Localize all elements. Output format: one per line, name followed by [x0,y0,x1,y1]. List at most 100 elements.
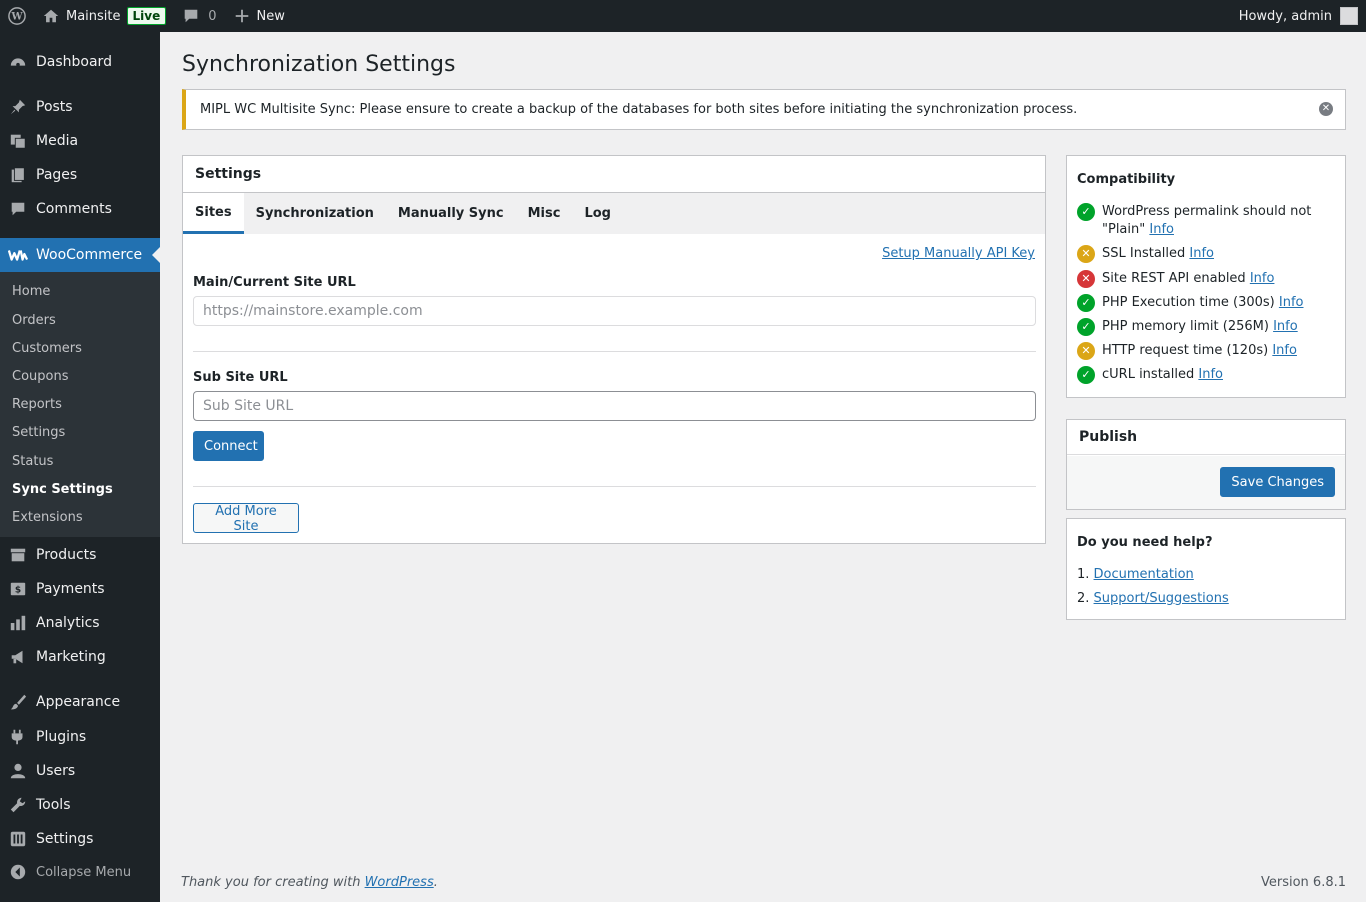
setup-api-key-link[interactable]: Setup Manually API Key [882,246,1035,261]
submenu-coupons[interactable]: Coupons [12,369,69,384]
my-account-link[interactable]: Howdy, admin [1231,0,1366,32]
connect-button[interactable]: Connect [193,431,264,461]
menu-dashboard[interactable]: Dashboard [0,45,160,79]
svg-text:W: W [10,12,23,23]
sub-site-url-input[interactable] [193,391,1036,421]
compat-text: Site REST API enabled Info [1102,271,1275,286]
error-icon: ✕ [1077,270,1095,288]
submenu-extensions[interactable]: Extensions [12,510,83,525]
check-icon: ✓ [1077,318,1095,336]
menu-woocommerce[interactable]: WooCommerce [0,238,160,272]
submenu-reports[interactable]: Reports [12,397,62,412]
info-link[interactable]: Info [1149,222,1174,237]
submenu-status[interactable]: Status [12,454,53,469]
help-panel: Do you need help? 1. Documentation 2. Su… [1066,518,1346,620]
menu-products[interactable]: Products [0,538,160,572]
compat-item: ✓ PHP Execution time (300s) Info [1077,294,1337,312]
menu-appearance[interactable]: Appearance [0,685,160,719]
close-icon[interactable]: ✕ [1319,102,1333,116]
new-content-link[interactable]: New [225,0,293,32]
menu-label: Plugins [36,729,87,745]
home-icon [43,9,59,23]
submenu-customers[interactable]: Customers [12,341,82,356]
settings-tabs: Sites Synchronization Manually Sync Misc… [183,193,1045,234]
support-link[interactable]: Support/Suggestions [1094,591,1229,606]
tab-log[interactable]: Log [572,193,623,234]
compat-text: HTTP request time (120s) Info [1102,343,1297,358]
divider [193,486,1036,487]
info-link[interactable]: Info [1273,319,1298,334]
check-icon: ✓ [1077,366,1095,384]
menu-payments[interactable]: $ Payments [0,572,160,606]
submenu-orders[interactable]: Orders [12,313,56,328]
comments-count: 0 [208,8,217,24]
add-more-site-button[interactable]: Add More Site [193,503,299,534]
help-item: 1. Documentation [1077,567,1194,582]
pages-icon [8,165,28,185]
menu-analytics[interactable]: Analytics [0,606,160,640]
publish-title: Publish [1067,420,1345,455]
compat-item: ✕ SSL Installed Info [1077,245,1337,263]
info-link[interactable]: Info [1189,246,1214,261]
plus-icon [235,9,248,23]
submenu-home[interactable]: Home [12,284,50,299]
compat-item: ✓ PHP memory limit (256M) Info [1077,318,1337,336]
user-icon [8,761,28,781]
menu-label: Appearance [36,694,121,710]
payments-icon: $ [8,579,28,599]
documentation-link[interactable]: Documentation [1094,567,1194,582]
wordpress-logo-icon[interactable]: W [0,0,34,32]
active-arrow [152,247,160,263]
compat-text: cURL installed Info [1102,367,1223,382]
submenu-sync-settings[interactable]: Sync Settings [12,482,113,497]
menu-label: Dashboard [36,54,112,70]
menu-label: Analytics [36,615,100,631]
menu-label: Comments [36,201,112,217]
footer-thanks: Thank you for creating with WordPress. [181,875,438,890]
submenu-settings[interactable]: Settings [12,425,65,440]
megaphone-icon [8,647,28,667]
comments-link[interactable]: 0 [174,0,224,32]
info-link[interactable]: Info [1198,367,1223,382]
warning-icon: ✕ [1077,342,1095,360]
info-link[interactable]: Info [1279,295,1304,310]
settings-panel: Settings Sites Synchronization Manually … [182,155,1046,544]
menu-marketing[interactable]: Marketing [0,640,160,674]
tab-synchronization[interactable]: Synchronization [244,193,386,234]
compat-item: ✕ HTTP request time (120s) Info [1077,342,1337,360]
brush-icon [8,692,28,712]
admin-bar: W Mainsite Live 0 New Howdy, admin [0,0,1366,32]
woocommerce-icon [8,245,28,265]
menu-posts[interactable]: Posts [0,90,160,124]
tab-manually-sync[interactable]: Manually Sync [386,193,516,234]
tab-sites[interactable]: Sites [183,193,244,234]
site-name-link[interactable]: Mainsite Live [34,0,174,32]
collapse-menu-button[interactable]: Collapse Menu [0,855,160,889]
wordpress-link[interactable]: WordPress [365,875,434,890]
footer-version: Version 6.8.1 [1260,875,1346,890]
plug-icon [8,727,28,747]
page-title: Synchronization Settings [182,52,456,77]
main-site-url-label: Main/Current Site URL [193,275,356,290]
menu-label: Marketing [36,649,106,665]
main-site-url-input[interactable] [193,296,1036,326]
menu-users[interactable]: Users [0,754,160,788]
archive-icon [8,545,28,565]
compat-item: ✓ cURL installed Info [1077,366,1337,384]
pin-icon [8,97,28,117]
admin-sidebar: Dashboard Posts Media Pages Comments Woo… [0,32,160,902]
menu-tools[interactable]: Tools [0,788,160,822]
site-name: Mainsite [66,8,121,24]
notice-text: MIPL WC Multisite Sync: Please ensure to… [200,102,1078,117]
menu-settings[interactable]: Settings [0,822,160,856]
info-link[interactable]: Info [1272,343,1297,358]
menu-media[interactable]: Media [0,124,160,158]
info-link[interactable]: Info [1250,271,1275,286]
bar-chart-icon [8,613,28,633]
menu-comments[interactable]: Comments [0,192,160,226]
save-changes-button[interactable]: Save Changes [1220,467,1335,497]
check-icon: ✓ [1077,203,1095,221]
menu-pages[interactable]: Pages [0,158,160,192]
menu-plugins[interactable]: Plugins [0,720,160,754]
tab-misc[interactable]: Misc [516,193,573,234]
